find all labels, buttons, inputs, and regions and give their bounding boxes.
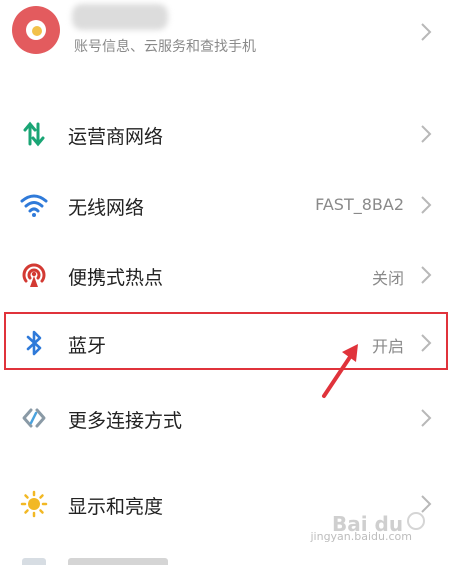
setting-row-wifi[interactable]: 无线网络 FAST_8BA2 bbox=[0, 175, 452, 235]
setting-value: 关闭 bbox=[371, 269, 404, 288]
account-subtitle: 账号信息、云服务和查找手机 bbox=[74, 39, 256, 55]
avatar bbox=[12, 6, 60, 54]
highlight-box bbox=[4, 312, 448, 370]
setting-value: FAST_8BA2 bbox=[315, 195, 404, 214]
setting-row-mobile-network[interactable]: 运营商网络 bbox=[0, 104, 452, 164]
setting-label: 显示和亮度 bbox=[68, 496, 164, 518]
chevron-right-icon bbox=[420, 265, 432, 285]
setting-label: 更多连接方式 bbox=[68, 410, 183, 432]
chevron-right-icon bbox=[420, 22, 432, 42]
setting-label: 无线网络 bbox=[68, 197, 145, 219]
setting-row-more-connections[interactable]: 更多连接方式 bbox=[0, 388, 452, 448]
chevron-right-icon bbox=[420, 195, 432, 215]
chevron-right-icon bbox=[420, 408, 432, 428]
chevron-right-icon bbox=[420, 124, 432, 144]
setting-label: 便携式热点 bbox=[68, 267, 164, 289]
setting-row-partial bbox=[0, 552, 452, 565]
watermark: Bai du jingyan.baidu.com bbox=[310, 511, 440, 551]
setting-label: 运营商网络 bbox=[68, 126, 164, 148]
account-row[interactable]: 账号信息、云服务和查找手机 bbox=[0, 0, 452, 90]
link-icon bbox=[20, 404, 48, 432]
watermark-sub: jingyan.baidu.com bbox=[310, 530, 412, 543]
sun-icon bbox=[20, 490, 48, 518]
setting-row-hotspot[interactable]: 便携式热点 关闭 bbox=[0, 245, 452, 305]
blurred-account-name bbox=[72, 4, 168, 30]
hotspot-icon bbox=[20, 261, 48, 289]
wifi-icon bbox=[20, 191, 48, 219]
mobile-data-icon bbox=[20, 120, 48, 148]
